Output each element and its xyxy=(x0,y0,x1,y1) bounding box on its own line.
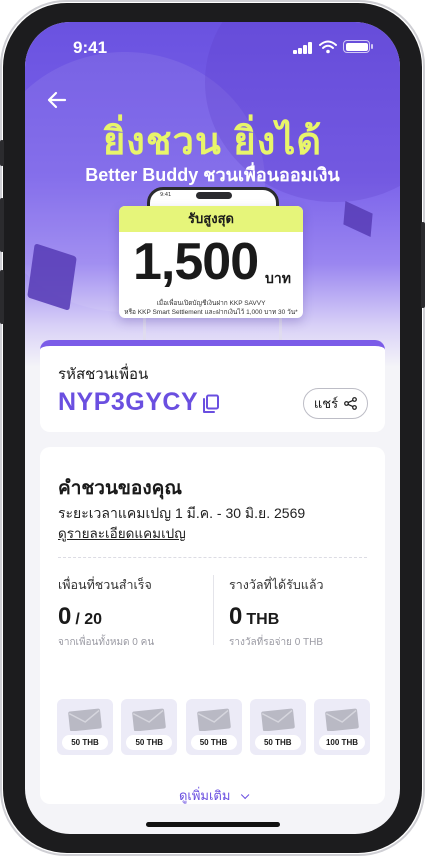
friends-count: 0/ 20 xyxy=(58,603,208,631)
status-bar: 9:41 xyxy=(25,22,400,72)
sign-post xyxy=(143,318,146,340)
chevron-down-icon xyxy=(240,790,250,800)
power-button xyxy=(421,222,425,308)
campaign-subheadline: Better Buddy ชวนเพื่อนออมเงิน xyxy=(85,165,340,185)
status-time: 9:41 xyxy=(73,38,108,57)
volume-up-button xyxy=(0,198,4,252)
share-button[interactable]: แชร์ xyxy=(303,388,368,419)
envelope-icon xyxy=(196,708,231,731)
mini-phone-time: 9:41 xyxy=(160,192,172,198)
campaign-details-link[interactable]: ดูรายละเอียดแคมเปญ xyxy=(58,522,186,544)
reward-tier: 100 THB xyxy=(314,699,370,755)
reward-tiers: 50 THB 50 THB 50 THB 50 THB 100 THB xyxy=(57,699,370,755)
envelope-icon xyxy=(68,708,102,731)
volume-down-button xyxy=(0,270,4,324)
copy-icon[interactable] xyxy=(202,394,220,414)
reward-tier-amount: 100 THB xyxy=(319,735,365,750)
max-reward-unit: บาท xyxy=(265,270,291,286)
back-arrow-icon[interactable] xyxy=(45,88,69,112)
home-indicator xyxy=(146,822,280,827)
rewards-label: รางวัลที่ได้รับแล้ว xyxy=(229,578,324,592)
campaign-banner: 9:41 ยิ่งชวน ยิ่งได้ Better Buddy ชวนเพื… xyxy=(25,22,400,367)
share-label: แชร์ xyxy=(313,396,339,411)
envelope-icon xyxy=(132,708,167,731)
reward-tier-amount: 50 THB xyxy=(254,735,301,750)
invitations-card: คำชวนของคุณ ระยะเวลาแคมเปญ 1 มี.ค. - 30 … xyxy=(40,447,385,804)
reward-tier: 50 THB xyxy=(121,699,178,755)
friends-count-value: 0 xyxy=(58,603,72,630)
max-reward-tag: รับสูงสุด xyxy=(119,206,303,232)
reward-tier-amount: 50 THB xyxy=(190,735,237,750)
rewards-stat: รางวัลที่ได้รับแล้ว 0 THB รางวัลที่รอจ่าย… xyxy=(229,575,379,650)
reward-sign: รับสูงสุด 1,500 บาท เมื่อเพื่อนเปิดบัญชี… xyxy=(119,206,303,318)
signal-icon xyxy=(293,42,313,54)
show-more-button[interactable]: ดูเพิ่มเติม xyxy=(40,785,385,806)
friends-subtext: จากเพื่อนทั้งหมด 0 คน xyxy=(58,637,155,648)
referral-code-card: รหัสชวนเพื่อน NYP3GYCY แชร์ xyxy=(40,340,385,432)
friends-stat: เพื่อนที่ชวนสำเร็จ 0/ 20 จากเพื่อนทั้งหม… xyxy=(58,575,208,650)
reward-tier-amount: 50 THB xyxy=(62,735,108,750)
app-screen: 9:41 ยิ่งชวน ยิ่งได้ Better Buddy ชวนเพื… xyxy=(25,22,400,834)
battery-icon xyxy=(343,40,373,53)
envelope-icon xyxy=(260,708,295,731)
divider xyxy=(213,575,214,645)
friends-total: / 20 xyxy=(75,611,103,628)
paper-decoration xyxy=(343,200,373,238)
envelope-icon xyxy=(325,708,359,731)
reward-tier: 50 THB xyxy=(249,699,306,755)
show-more-label: ดูเพิ่มเติม xyxy=(178,788,231,803)
reward-tier-amount: 50 THB xyxy=(126,735,173,750)
wifi-icon xyxy=(319,40,337,54)
referral-code: NYP3GYCY xyxy=(58,388,199,416)
reward-tier: 50 THB xyxy=(185,699,242,755)
rewards-subtext: รางวัลที่รอจ่าย 0 THB xyxy=(229,637,324,648)
mute-switch xyxy=(0,140,4,166)
referral-code-label: รหัสชวนเพื่อน xyxy=(58,366,149,383)
max-reward-amount: 1,500 xyxy=(133,233,259,291)
share-icon xyxy=(344,397,357,410)
invitations-title: คำชวนของคุณ xyxy=(58,478,182,499)
sign-post xyxy=(279,318,282,340)
friends-label: เพื่อนที่ชวนสำเร็จ xyxy=(58,578,152,592)
rewards-amount: 0 THB xyxy=(229,603,379,631)
rewards-unit: THB xyxy=(246,611,280,628)
reward-tier: 50 THB xyxy=(57,699,113,755)
rewards-amount-value: 0 xyxy=(229,603,243,630)
reward-condition: หรือ KKP Smart Settlement และฝากเงินไว้ … xyxy=(124,309,298,316)
divider xyxy=(58,557,367,558)
